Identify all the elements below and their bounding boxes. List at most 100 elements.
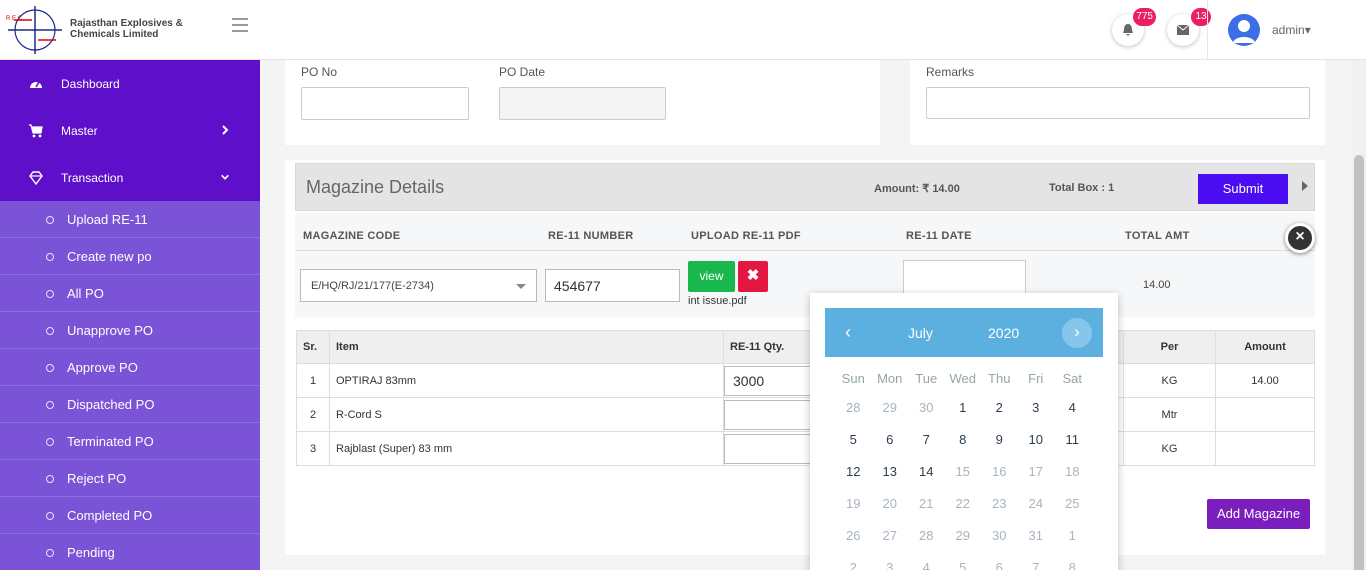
calendar-day: 22 <box>955 495 970 511</box>
po-date-input[interactable] <box>499 87 666 120</box>
calendar-day[interactable]: 8 <box>945 432 982 447</box>
calendar-day[interactable]: 11 <box>1054 432 1091 447</box>
calendar-day[interactable]: 12 <box>835 464 872 479</box>
po-no-label: PO No <box>301 65 338 79</box>
calendar-day: 21 <box>919 495 934 511</box>
total-amount-value: 14.00 <box>1143 279 1171 291</box>
calendar-day: 8 <box>1068 559 1076 570</box>
sidebar-item-dispatched-po[interactable]: Dispatched PO <box>0 386 260 423</box>
column-total-amt: TOTAL AMT <box>1125 230 1190 242</box>
add-magazine-button[interactable]: Add Magazine <box>1207 499 1310 529</box>
notifications-button[interactable]: 775 <box>1112 8 1156 46</box>
weekday-label: Sat <box>1062 371 1082 386</box>
table-row: 1 OPTIRAJ 83mm 3000 KG 14.00 <box>296 363 1315 398</box>
datepicker-popup: ‹ July 2020 › Sun Mon Tue Wed Thu Fri Sat 28 29 3… <box>810 293 1118 570</box>
messages-button[interactable]: 13 <box>1167 8 1211 46</box>
diamond-icon <box>29 171 43 186</box>
sidebar-item-pending[interactable]: Pending <box>0 534 260 570</box>
row-per: Mtr <box>1123 397 1216 432</box>
calendar-day: 28 <box>919 527 934 543</box>
next-month-button[interactable]: › <box>1062 318 1092 348</box>
remove-pdf-button[interactable]: ✖ <box>738 261 768 292</box>
calendar-day[interactable]: 13 <box>872 464 909 479</box>
close-magazine-button[interactable]: × <box>1285 223 1315 253</box>
po-no-input[interactable] <box>301 87 469 120</box>
calendar-day[interactable]: 1 <box>945 400 982 415</box>
calendar-day[interactable]: 3 <box>1018 400 1055 415</box>
company-name: Rajasthan Explosives & Chemicals Limited <box>70 18 183 40</box>
sidebar-item-reject-po[interactable]: Reject PO <box>0 460 260 497</box>
calendar-day: 1 <box>1068 527 1076 543</box>
calendar-day: 19 <box>846 495 861 511</box>
prev-month-button[interactable]: ‹ <box>845 322 851 343</box>
calendar-day[interactable]: 2 <box>981 400 1018 415</box>
weekday-label: Tue <box>915 371 938 386</box>
magazine-code-select[interactable]: E/HQ/RJ/21/177(E-2734) <box>300 269 537 302</box>
sidebar-item-terminated-po[interactable]: Terminated PO <box>0 423 260 460</box>
datepicker-year[interactable]: 2020 <box>988 325 1019 341</box>
user-avatar-icon[interactable] <box>1228 14 1260 46</box>
qty-input[interactable] <box>724 433 816 464</box>
calendar-day[interactable]: 4 <box>1054 400 1091 415</box>
dashboard-icon <box>30 81 42 88</box>
weekday-label: Wed <box>949 371 977 386</box>
row-amount: 14.00 <box>1215 363 1315 398</box>
sidebar-item-upload-re11[interactable]: Upload RE-11 <box>0 201 260 238</box>
caret-right-icon[interactable] <box>1302 181 1308 191</box>
company-name-line2: Chemicals Limited <box>70 29 159 40</box>
column-magazine-code: MAGAZINE CODE <box>303 230 401 242</box>
sidebar-item-dashboard[interactable]: Dashboard <box>0 60 260 107</box>
sidebar-item-label: Upload RE-11 <box>67 211 148 227</box>
sidebar-item-approve-po[interactable]: Approve PO <box>0 349 260 386</box>
sidebar-item-master[interactable]: Master <box>0 107 260 154</box>
circle-icon <box>46 216 54 224</box>
row-sr: 2 <box>296 397 330 432</box>
po-date-label: PO Date <box>499 65 546 79</box>
row-amount <box>1215 397 1315 432</box>
sidebar-item-label: Completed PO <box>67 507 153 523</box>
calendar-day: 30 <box>992 527 1007 543</box>
calendar-day[interactable]: 14 <box>908 464 945 479</box>
sidebar-item-unapprove-po[interactable]: Unapprove PO <box>0 312 260 349</box>
re11-number-input[interactable]: 454677 <box>545 269 680 302</box>
company-logo: R E C <box>6 6 62 54</box>
qty-input[interactable]: 3000 <box>724 365 816 396</box>
calendar-day[interactable]: 6 <box>872 432 909 447</box>
calendar-day: 28 <box>846 399 861 415</box>
remarks-textarea[interactable] <box>926 87 1310 119</box>
view-pdf-button[interactable]: view <box>688 261 735 292</box>
week-row: 2 3 4 5 6 7 8 <box>835 551 1091 570</box>
envelope-icon <box>1176 24 1190 35</box>
qty-input[interactable] <box>724 399 816 430</box>
row-item: Rajblast (Super) 83 mm <box>329 431 724 466</box>
circle-icon <box>46 290 54 298</box>
sidebar-item-create-new-po[interactable]: Create new po <box>0 238 260 275</box>
submit-button[interactable]: Submit <box>1198 174 1288 204</box>
row-per: KG <box>1123 363 1216 398</box>
user-menu[interactable]: admin▾ <box>1272 23 1311 37</box>
po-card: PO No PO Date <box>285 60 880 145</box>
bell-icon <box>1123 24 1133 36</box>
sidebar-item-all-po[interactable]: All PO <box>0 275 260 312</box>
datepicker-header: ‹ July 2020 › <box>825 308 1103 357</box>
magazine-title: Magazine Details <box>306 177 445 197</box>
menu-toggle-icon[interactable] <box>232 18 248 32</box>
re11-date-input[interactable] <box>903 260 1026 294</box>
chevron-right-icon <box>222 125 229 135</box>
sidebar-item-completed-po[interactable]: Completed PO <box>0 497 260 534</box>
scrollbar-thumb[interactable] <box>1354 155 1364 570</box>
user-name: admin <box>1272 23 1305 37</box>
calendar-day[interactable]: 7 <box>908 432 945 447</box>
calendar-day[interactable]: 5 <box>835 432 872 447</box>
calendar-day[interactable]: 10 <box>1018 432 1055 447</box>
sidebar-item-transaction[interactable]: Transaction <box>0 154 260 201</box>
datepicker-month[interactable]: July <box>908 325 933 341</box>
circle-icon <box>46 253 54 261</box>
week-row: 19 20 21 22 23 24 25 <box>835 487 1091 519</box>
caret-down-icon: ▾ <box>1304 23 1311 37</box>
page-scrollbar[interactable] <box>1352 60 1366 570</box>
calendar-day: 2 <box>849 559 857 570</box>
calendar-day[interactable]: 9 <box>981 432 1018 447</box>
top-header: R E C Rajasthan Explosives & Chemicals L… <box>0 0 1366 60</box>
calendar-day: 4 <box>922 559 930 570</box>
